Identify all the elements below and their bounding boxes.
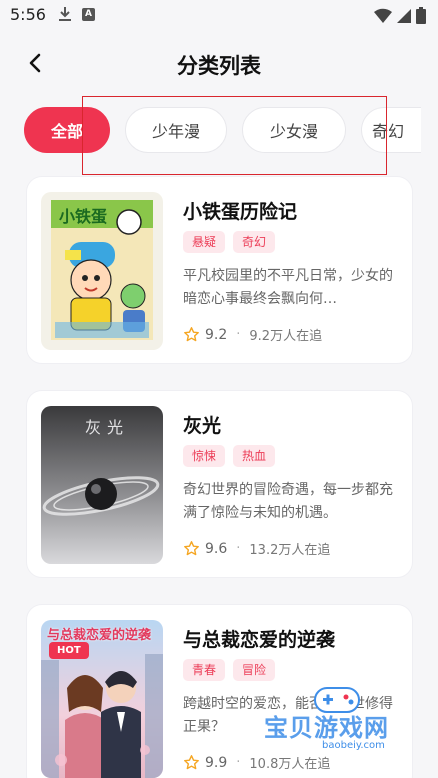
svg-text:小铁蛋: 小铁蛋 bbox=[59, 207, 107, 226]
hot-badge: HOT bbox=[49, 642, 89, 659]
battery-icon bbox=[416, 7, 426, 28]
tag: 惊悚 bbox=[183, 445, 226, 467]
tag: 奇幻 bbox=[233, 231, 276, 253]
comic-cover: 与总裁恋爱的逆袭 HOT bbox=[41, 620, 163, 778]
comic-card[interactable]: 灰光 灰光 惊悚 热血 奇幻世界的冒险奇遇，每一步都充满了惊险与未知的机遇。 9… bbox=[26, 390, 413, 578]
status-bar: 5:56 A bbox=[0, 0, 438, 30]
comic-cover: 灰光 bbox=[41, 406, 163, 564]
cover-title: 灰光 bbox=[85, 418, 130, 437]
comic-description: 奇幻世界的冒险奇遇，每一步都充满了惊险与未知的机遇。 bbox=[183, 482, 393, 521]
comic-description: 平凡校园里的不平凡日常，少女的暗恋心事最终会飘向何… bbox=[183, 268, 393, 307]
star-icon bbox=[184, 541, 199, 556]
comic-title: 灰光 bbox=[183, 415, 222, 437]
signal-icon bbox=[396, 8, 412, 28]
tag: 热血 bbox=[233, 445, 276, 467]
comic-readers: 13.2万人在追 bbox=[249, 543, 331, 558]
tag: 青春 bbox=[183, 659, 226, 681]
comic-card[interactable]: 小铁蛋 小铁蛋历险记 悬疑 奇幻 平凡校园里的不平凡日常，少女的暗恋心事最终会飘… bbox=[26, 176, 413, 364]
comic-tags: 青春 冒险 bbox=[183, 659, 276, 681]
comic-meta: 9.6 · 13.2万人在追 bbox=[183, 539, 330, 558]
category-tab-shonen[interactable]: 少年漫 bbox=[125, 107, 227, 153]
cover-title: 与总裁恋爱的逆袭 bbox=[47, 628, 152, 643]
category-tab-all[interactable]: 全部 bbox=[24, 107, 110, 153]
comic-readers: 10.8万人在追 bbox=[249, 757, 331, 772]
comic-meta: 9.2 · 9.2万人在追 bbox=[183, 325, 322, 344]
comic-meta: 9.9 · 10.8万人在追 bbox=[183, 753, 330, 772]
category-tab-fantasy[interactable]: 奇幻 bbox=[361, 107, 421, 153]
tag: 悬疑 bbox=[183, 231, 226, 253]
header: 分类列表 bbox=[0, 38, 438, 90]
star-icon bbox=[184, 755, 199, 770]
comic-card[interactable]: 与总裁恋爱的逆袭 HOT 与总裁恋爱的逆袭 青春 冒险 跨越时空的爱恋，能否在现… bbox=[26, 604, 413, 778]
status-time: 5:56 bbox=[10, 5, 46, 24]
category-tab-shojo[interactable]: 少女漫 bbox=[242, 107, 346, 153]
comic-readers: 9.2万人在追 bbox=[249, 329, 323, 344]
notification-icon: A bbox=[82, 8, 95, 21]
comic-rating: 9.2 bbox=[205, 326, 228, 343]
category-tabs: 全部 少年漫 少女漫 奇幻 bbox=[24, 107, 438, 153]
star-icon bbox=[184, 327, 199, 342]
comic-rating: 9.6 bbox=[205, 540, 228, 557]
page-title: 分类列表 bbox=[177, 54, 261, 78]
comic-rating: 9.9 bbox=[205, 754, 228, 771]
comic-tags: 惊悚 热血 bbox=[183, 445, 276, 467]
download-icon bbox=[58, 6, 72, 26]
comic-title: 小铁蛋历险记 bbox=[183, 201, 298, 223]
wifi-icon bbox=[374, 8, 392, 28]
comic-title: 与总裁恋爱的逆袭 bbox=[183, 629, 336, 651]
comic-cover: 小铁蛋 bbox=[41, 192, 163, 350]
comic-description: 跨越时空的爱恋，能否在现世修得正果？ bbox=[183, 696, 393, 735]
comic-tags: 悬疑 奇幻 bbox=[183, 231, 276, 253]
tag: 冒险 bbox=[233, 659, 276, 681]
